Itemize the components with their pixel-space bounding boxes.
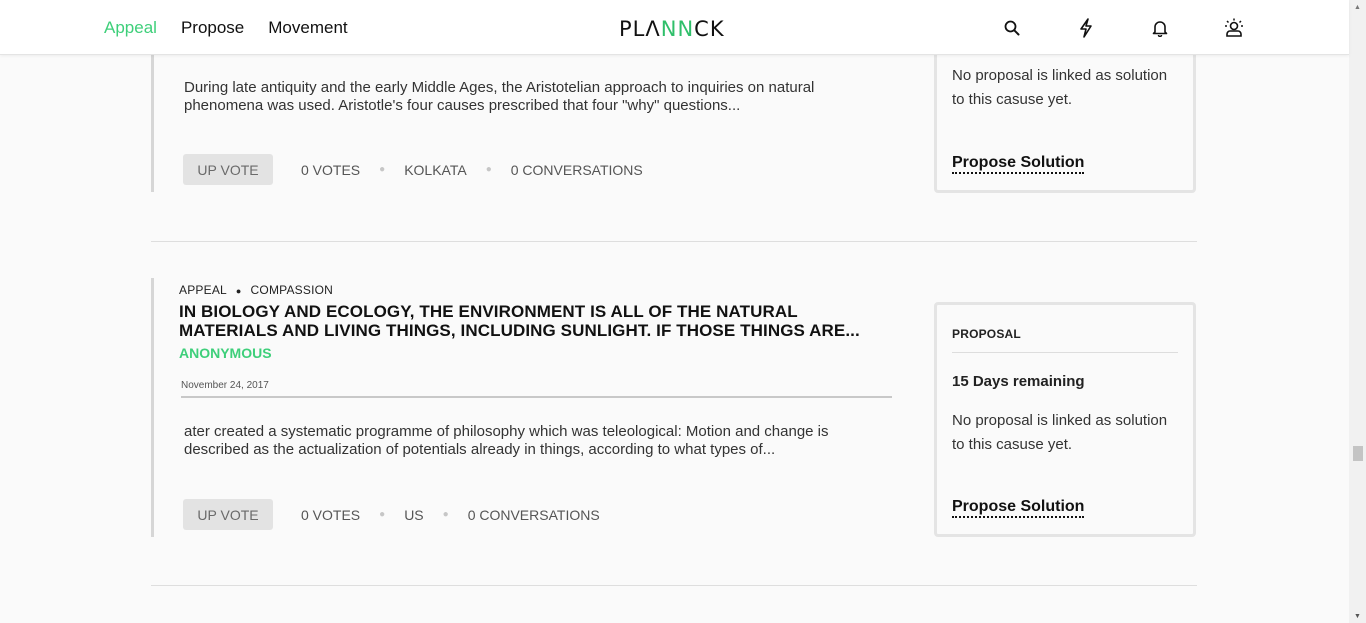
logo-text-3: NN	[660, 17, 695, 41]
upvote-button[interactable]: UP VOTE	[183, 154, 273, 185]
logo[interactable]: PLΛNNCK	[619, 17, 725, 41]
card-accent-bar	[151, 278, 154, 537]
card-divider	[151, 585, 1197, 586]
card-actions: UP VOTE 0 VOTES ● KOLKATA ● 0 CONVERSATI…	[183, 154, 643, 185]
main-nav: Appeal Propose Movement	[104, 18, 372, 38]
logo-text-1: PL	[619, 17, 646, 41]
dot-separator: ●	[235, 285, 242, 296]
nav-appeal[interactable]: Appeal	[104, 18, 157, 38]
subcategory-label[interactable]: COMPASSION	[251, 283, 333, 297]
proposal-panel-label: PROPOSAL	[952, 327, 1021, 341]
card-excerpt: ater created a systematic programme of p…	[184, 423, 829, 458]
dot-separator: ●	[485, 164, 492, 175]
proposal-panel-text: No proposal is linked as solution to thi…	[952, 67, 1168, 108]
conversations-count[interactable]: 0 CONVERSATIONS	[511, 162, 643, 178]
card-divider	[151, 241, 1197, 242]
card-date: November 24, 2017	[181, 380, 269, 391]
votes-count: 0 VOTES	[301, 161, 361, 178]
days-remaining: 15 Days remaining	[952, 373, 1085, 390]
logo-text-2: Λ	[645, 17, 661, 41]
location-label[interactable]: KOLKATA	[404, 162, 467, 178]
card-meta: APPEAL ● COMPASSION	[179, 283, 333, 297]
propose-solution-link[interactable]: Propose Solution	[952, 154, 1085, 174]
propose-solution-link[interactable]: Propose Solution	[952, 498, 1085, 518]
card-accent-bar	[151, 55, 154, 192]
card-author[interactable]: ANONYMOUS	[179, 345, 272, 361]
top-header: Appeal Propose Movement PLΛNNCK	[0, 0, 1349, 55]
dot-separator: ●	[379, 509, 386, 520]
scroll-down-arrow-icon[interactable]: ▼	[1354, 613, 1361, 620]
dot-separator: ●	[442, 509, 449, 520]
votes-count: 0 VOTES	[301, 506, 361, 523]
card-excerpt: During late antiquity and the early Midd…	[184, 79, 815, 114]
upvote-button[interactable]: UP VOTE	[183, 499, 273, 530]
location-label[interactable]: US	[404, 507, 423, 523]
bell-icon[interactable]	[1149, 17, 1171, 39]
proposal-panel: No proposal is linked as solution to thi…	[934, 40, 1196, 193]
scroll-up-arrow-icon[interactable]: ▲	[1354, 4, 1361, 11]
nav-movement[interactable]: Movement	[268, 18, 347, 38]
logo-text-4: CK	[694, 17, 725, 41]
lightning-icon[interactable]	[1075, 17, 1097, 39]
category-label[interactable]: APPEAL	[179, 283, 227, 297]
panel-divider	[952, 352, 1178, 353]
appeal-card: APPEAL ● COMPASSION IN BIOLOGY AND ECOLOGY…	[151, 278, 1197, 538]
card-actions: UP VOTE 0 VOTES ● US ● 0 CONVERSATIONS	[183, 499, 600, 530]
proposal-panel-text: No proposal is linked as solution to thi…	[952, 412, 1168, 453]
vertical-scrollbar[interactable]: ▲ ▼	[1349, 0, 1366, 623]
proposal-panel: PROPOSAL 15 Days remaining No proposal i…	[934, 302, 1196, 537]
user-icon[interactable]	[1223, 17, 1245, 39]
conversations-count[interactable]: 0 CONVERSATIONS	[468, 507, 600, 523]
dot-separator: ●	[379, 164, 386, 175]
card-title[interactable]: IN BIOLOGY AND ECOLOGY, THE ENVIRONMENT …	[179, 302, 899, 340]
search-icon[interactable]	[1001, 17, 1023, 39]
scroll-thumb[interactable]	[1353, 446, 1363, 461]
nav-propose[interactable]: Propose	[181, 18, 244, 38]
date-underline	[181, 396, 892, 398]
